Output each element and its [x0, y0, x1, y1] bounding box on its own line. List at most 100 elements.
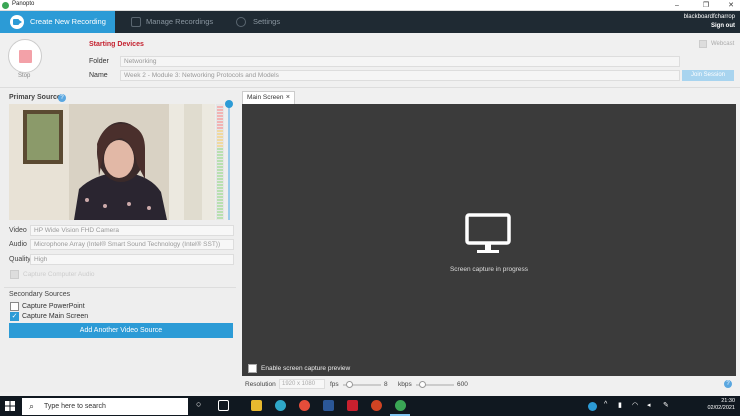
- system-clock[interactable]: 21:30 02/02/2021: [707, 398, 735, 412]
- meter-segment: [217, 130, 223, 132]
- resolution-select[interactable]: 1920 x 1080: [279, 379, 325, 389]
- capture-powerpoint-checkbox[interactable]: [10, 302, 19, 311]
- speaker-icon[interactable]: ◂: [647, 401, 651, 409]
- quality-label: Quality: [9, 256, 31, 263]
- minimize-button[interactable]: –: [668, 0, 686, 11]
- username: blackboardfcharrop: [683, 14, 735, 20]
- meter-segment: [217, 148, 223, 150]
- join-session-button[interactable]: Join Session: [682, 70, 734, 81]
- clock-date: 02/02/2021: [707, 405, 735, 411]
- meter-segment: [217, 211, 223, 213]
- meter-segment: [217, 178, 223, 180]
- meter-segment: [217, 166, 223, 168]
- capture-powerpoint-label: Capture PowerPoint: [22, 303, 85, 310]
- task-view-icon[interactable]: ○: [196, 399, 201, 409]
- camera-icon: [10, 15, 24, 29]
- recording-status: Starting Devices: [89, 41, 144, 48]
- list-icon: [131, 17, 141, 27]
- meter-segment: [217, 172, 223, 174]
- window-title: Panopto: [12, 1, 35, 7]
- meter-segment: [217, 190, 223, 192]
- file-explorer-icon[interactable]: [251, 400, 262, 411]
- help-icon[interactable]: ?: [724, 380, 732, 388]
- meter-segment: [217, 196, 223, 198]
- pen-icon[interactable]: ✎: [663, 401, 669, 409]
- sign-out-link[interactable]: Sign out: [684, 22, 735, 31]
- quality-select[interactable]: High: [30, 254, 234, 265]
- capture-status-text: Screen capture in progress: [449, 266, 529, 273]
- add-video-source-button[interactable]: Add Another Video Source: [9, 323, 233, 338]
- help-icon[interactable]: ?: [58, 94, 66, 102]
- meter-segment: [217, 112, 223, 114]
- audio-gain-slider-handle[interactable]: [225, 100, 233, 108]
- acrobat-icon[interactable]: [347, 400, 358, 411]
- tab-manage-recordings[interactable]: Manage Recordings: [128, 11, 213, 33]
- meter-segment: [217, 217, 223, 219]
- panopto-logo-icon: [2, 2, 9, 9]
- enable-preview-label: Enable screen capture preview: [261, 365, 351, 372]
- meter-segment: [217, 145, 223, 147]
- tab-main-screen[interactable]: Main Screen ×: [242, 91, 295, 104]
- meter-segment: [217, 157, 223, 159]
- meter-segment: [217, 202, 223, 204]
- word-icon[interactable]: [323, 400, 334, 411]
- meter-segment: [217, 121, 223, 123]
- folder-select[interactable]: Networking: [120, 56, 680, 67]
- meter-segment: [217, 187, 223, 189]
- audio-device-select[interactable]: Microphone Array (Intel® Smart Sound Tec…: [30, 239, 234, 250]
- gear-icon: [236, 17, 246, 27]
- webcast-label: Webcast: [711, 41, 735, 47]
- window-titlebar: Panopto – ❐ ✕: [0, 0, 740, 11]
- meter-segment: [217, 175, 223, 177]
- tab-create-label: Create New Recording: [30, 17, 106, 26]
- tab-settings[interactable]: Settings: [233, 11, 280, 33]
- fps-slider-handle[interactable]: [346, 381, 353, 388]
- monitor-icon: [465, 213, 511, 253]
- capture-computer-audio-label: Capture Computer Audio: [23, 271, 95, 278]
- close-window-button[interactable]: ✕: [722, 0, 740, 11]
- fps-label: fps: [330, 381, 339, 388]
- chrome-icon[interactable]: [299, 400, 310, 411]
- meter-segment: [217, 208, 223, 210]
- kbps-value: 600: [457, 381, 468, 388]
- tab-create-new-recording[interactable]: Create New Recording: [0, 11, 115, 33]
- meter-segment: [217, 139, 223, 141]
- webcam-image: [9, 104, 215, 220]
- maximize-button[interactable]: ❐: [697, 0, 715, 11]
- kbps-slider-handle[interactable]: [419, 381, 426, 388]
- battery-icon[interactable]: ▮: [618, 401, 622, 409]
- taskbar-search-input[interactable]: Type here to search: [22, 398, 188, 415]
- meter-segment: [217, 133, 223, 135]
- audio-level-meter: [216, 104, 224, 220]
- top-navigation: Create New Recording Manage Recordings S…: [0, 11, 740, 33]
- windows-start-icon[interactable]: [0, 396, 20, 416]
- stop-button[interactable]: [8, 39, 42, 73]
- video-device-select[interactable]: HP Wide Vision FHD Camera: [30, 225, 234, 236]
- recording-name-input[interactable]: Week 2 - Module 3: Networking Protocols …: [120, 70, 680, 81]
- meter-segment: [217, 193, 223, 195]
- enable-preview-checkbox[interactable]: [248, 364, 257, 373]
- meter-segment: [217, 115, 223, 117]
- capture-main-screen-label: Capture Main Screen: [22, 313, 89, 320]
- meter-segment: [217, 118, 223, 120]
- webcast-checkbox[interactable]: [699, 40, 707, 48]
- powerpoint-icon[interactable]: [371, 400, 382, 411]
- capture-computer-audio-checkbox[interactable]: [10, 270, 19, 279]
- close-tab-icon[interactable]: ×: [286, 92, 290, 104]
- primary-sources-title: Primary Sources: [9, 94, 65, 101]
- panopto-taskbar-icon[interactable]: [395, 400, 406, 411]
- audio-gain-slider-track[interactable]: [228, 104, 230, 220]
- widgets-icon[interactable]: [218, 400, 229, 411]
- name-label: Name: [89, 72, 108, 79]
- secondary-sources-title: Secondary Sources: [9, 291, 71, 298]
- teams-tray-icon[interactable]: [588, 402, 597, 411]
- capture-main-screen-checkbox[interactable]: ✓: [10, 312, 19, 321]
- meter-segment: [217, 214, 223, 216]
- folder-label: Folder: [89, 58, 109, 65]
- fps-value: 8: [384, 381, 388, 388]
- meter-segment: [217, 169, 223, 171]
- chevron-up-icon[interactable]: ^: [604, 401, 607, 408]
- edge-icon[interactable]: [275, 400, 286, 411]
- stop-label: Stop: [18, 73, 31, 79]
- wifi-icon[interactable]: ◠: [632, 401, 638, 409]
